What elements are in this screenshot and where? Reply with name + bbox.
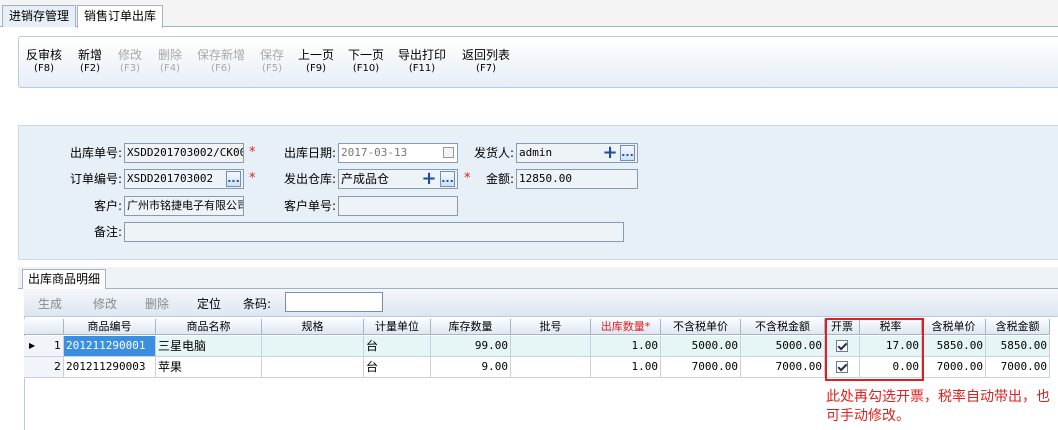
prev-page-button[interactable]: 上一页 (F9) — [298, 49, 334, 75]
new-button[interactable]: 新增 (F2) — [78, 49, 102, 75]
cell-tax-rate[interactable]: 17.00 — [860, 336, 922, 357]
cell-name[interactable]: 苹果 — [156, 357, 262, 378]
calendar-icon[interactable] — [443, 147, 454, 158]
out-date-field[interactable]: 2017-03-13 — [338, 143, 458, 163]
add-sender-icon[interactable]: + — [602, 144, 618, 162]
order-no-label: 订单编号: — [69, 172, 122, 186]
cell-amount: 7000.00 — [741, 357, 825, 378]
current-row-arrow-icon: ▶ — [29, 341, 36, 350]
cell-price[interactable]: 5000.00 — [661, 336, 741, 357]
delete-button[interactable]: 删除 (F4) — [158, 49, 182, 75]
locate-button[interactable]: 定位 — [197, 295, 221, 312]
col-header-unit[interactable]: 计量单位 — [364, 319, 431, 335]
grid-corner — [24, 319, 64, 335]
grid-edit-button[interactable]: 修改 — [93, 295, 117, 312]
detail-tab-bar: 出库商品明细 — [18, 267, 1058, 289]
col-header-price[interactable]: 不含税单价 — [661, 319, 741, 335]
cell-unit[interactable]: 台 — [364, 357, 431, 378]
invoice-checkbox[interactable] — [836, 361, 848, 373]
toolbar: 反审核 (F8) 新增 (F2) 修改 (F3) 删除 (F4) 保存新增 (F6) 保存… — [18, 36, 1058, 88]
barcode-input[interactable] — [285, 292, 383, 312]
save-button[interactable]: 保存 (F5) — [260, 49, 284, 75]
required-mark: * — [464, 171, 471, 186]
cell-invoice[interactable] — [825, 336, 860, 357]
cell-batch[interactable] — [511, 357, 591, 378]
out-date-label: 出库日期: — [283, 146, 336, 160]
cell-tax-price[interactable]: 5850.00 — [922, 336, 986, 357]
out-no-label: 出库单号: — [69, 146, 122, 160]
col-header-tax-rate[interactable]: 税率 — [860, 319, 922, 335]
tab-sales-order-outbound[interactable]: 销售订单出库 — [77, 5, 164, 28]
cell-batch[interactable] — [511, 336, 591, 357]
tab-inventory-management[interactable]: 进销存管理 — [2, 5, 77, 27]
cell-tax-price[interactable]: 7000.00 — [922, 357, 986, 378]
export-print-button[interactable]: 导出打印 (F11) — [398, 49, 446, 75]
select-order-button[interactable]: ... — [226, 171, 241, 187]
select-warehouse-button[interactable]: ... — [440, 171, 455, 187]
cell-stock: 9.00 — [431, 357, 511, 378]
add-warehouse-icon[interactable]: + — [421, 170, 437, 188]
col-header-code[interactable]: 商品编号 — [64, 319, 156, 335]
save-and-new-button[interactable]: 保存新增 (F6) — [197, 49, 245, 75]
col-header-tax-amount[interactable]: 含税金额 — [986, 319, 1050, 335]
back-to-list-button[interactable]: 返回列表 (F7) — [462, 49, 510, 75]
customer-no-label: 客户单号: — [283, 199, 336, 213]
col-header-invoice[interactable]: 开票 — [825, 319, 860, 335]
invoice-checkbox[interactable] — [836, 340, 848, 352]
top-tab-bar: 进销存管理 销售订单出库 — [0, 0, 1058, 28]
col-header-qty[interactable]: 出库数量* — [591, 319, 661, 335]
sender-label: 发货人: — [473, 146, 514, 160]
amount-label: 金额: — [485, 172, 514, 186]
out-no-field[interactable]: XSDD201703002/CK005 — [124, 143, 244, 163]
cell-invoice[interactable] — [825, 357, 860, 378]
col-header-tax-price[interactable]: 含税单价 — [922, 319, 986, 335]
annotation-note: 此处再勾选开票，税率自动带出，也可手动修改。 — [826, 389, 1050, 424]
cell-unit[interactable]: 台 — [364, 336, 431, 357]
cell-spec[interactable] — [262, 336, 364, 357]
cell-tax-amount: 7000.00 — [986, 357, 1050, 378]
customer-label: 客户: — [93, 199, 122, 213]
grid-delete-button[interactable]: 删除 — [145, 295, 169, 312]
next-page-button[interactable]: 下一页 (F10) — [348, 49, 384, 75]
cell-tax-amount: 5850.00 — [986, 336, 1050, 357]
cell-spec[interactable] — [262, 357, 364, 378]
cell-code[interactable]: 201211290003 — [64, 357, 156, 378]
edit-button[interactable]: 修改 (F3) — [118, 49, 142, 75]
select-sender-button[interactable]: ... — [620, 145, 635, 161]
table-row[interactable]: ▶ 1 — [24, 336, 64, 357]
grid-toolbar: 生成 修改 删除 定位 条码: — [24, 289, 1058, 317]
cell-qty[interactable]: 1.00 — [591, 357, 661, 378]
tab-outbound-items[interactable]: 出库商品明细 — [22, 269, 107, 289]
cell-name[interactable]: 三星电脑 — [156, 336, 262, 357]
warehouse-label: 发出仓库: — [283, 172, 336, 186]
cell-tax-rate[interactable]: 0.00 — [860, 357, 922, 378]
remark-label: 备注: — [93, 225, 122, 239]
barcode-label: 条码: — [243, 297, 272, 311]
customer-field[interactable]: 广州市铭捷电子有限公司 — [124, 196, 244, 216]
amount-field: 12850.00 — [516, 169, 638, 189]
unaudit-button[interactable]: 反审核 (F8) — [26, 49, 62, 75]
generate-button[interactable]: 生成 — [38, 295, 62, 312]
col-header-stock[interactable]: 库存数量 — [431, 319, 511, 335]
cell-qty[interactable]: 1.00 — [591, 336, 661, 357]
table-row[interactable]: 2 — [24, 357, 64, 378]
col-header-spec[interactable]: 规格 — [262, 319, 364, 335]
cell-amount: 5000.00 — [741, 336, 825, 357]
cell-price[interactable]: 7000.00 — [661, 357, 741, 378]
cell-code[interactable]: 201211290001 — [64, 336, 156, 357]
cell-stock: 99.00 — [431, 336, 511, 357]
col-header-name[interactable]: 商品名称 — [156, 319, 262, 335]
remark-field[interactable] — [124, 222, 624, 242]
required-mark: * — [249, 171, 256, 186]
customer-no-field[interactable] — [338, 196, 458, 216]
col-header-batch[interactable]: 批号 — [511, 319, 591, 335]
required-mark: * — [249, 145, 256, 160]
col-header-amount[interactable]: 不含税金额 — [741, 319, 825, 335]
